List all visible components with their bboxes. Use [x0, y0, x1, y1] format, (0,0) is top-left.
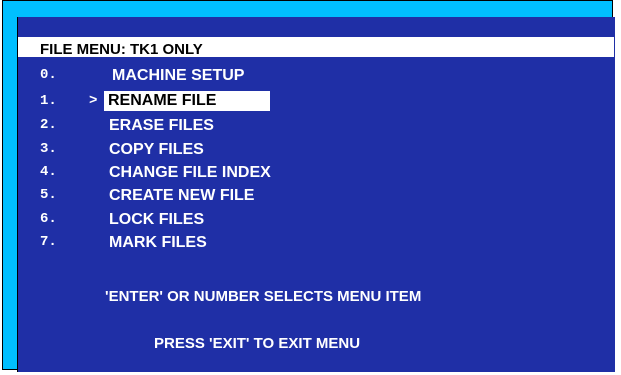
select-instruction: 'ENTER' OR NUMBER SELECTS MENU ITEM [105, 288, 422, 305]
menu-item-change-file-index[interactable]: CHANGE FILE INDEX [109, 163, 271, 183]
item-number-4: 4. [40, 164, 57, 180]
item-number-7: 7. [40, 234, 57, 250]
menu-item-lock-files[interactable]: LOCK FILES [109, 210, 204, 230]
menu-item-mark-files[interactable]: MARK FILES [109, 233, 207, 253]
item-number-6: 6. [40, 211, 57, 227]
selection-cursor: > [89, 93, 98, 109]
outer-frame: FILE MENU: TK1 ONLY 0. MACHINE SETUP 1. … [2, 0, 615, 372]
menu-item-machine-setup[interactable]: MACHINE SETUP [112, 66, 244, 86]
item-number-3: 3. [40, 141, 57, 157]
item-number-1: 1. [40, 93, 57, 109]
menu-item-create-new-file[interactable]: CREATE NEW FILE [109, 186, 254, 206]
menu-item-rename-file[interactable]: RENAME FILE [104, 91, 270, 111]
menu-item-erase-files[interactable]: ERASE FILES [109, 116, 214, 136]
item-number-0: 0. [40, 67, 57, 83]
item-number-2: 2. [40, 117, 57, 133]
menu-title: FILE MENU: TK1 ONLY [40, 41, 203, 58]
menu-screen: FILE MENU: TK1 ONLY 0. MACHINE SETUP 1. … [17, 17, 615, 372]
exit-instruction: PRESS 'EXIT' TO EXIT MENU [154, 335, 361, 352]
item-number-5: 5. [40, 187, 57, 203]
menu-item-copy-files[interactable]: COPY FILES [109, 140, 204, 160]
